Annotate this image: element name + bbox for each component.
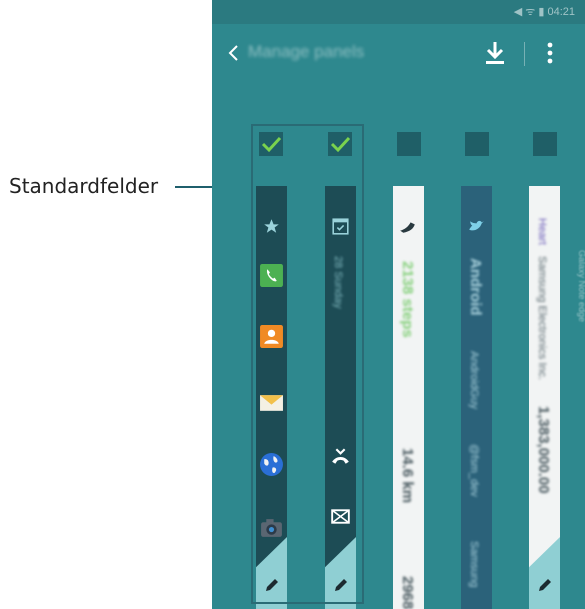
panel-checkbox-schedule[interactable] bbox=[328, 132, 352, 156]
news-title-text: Heart bbox=[536, 218, 548, 245]
panel-schedule[interactable]: 28 Sunday bbox=[325, 186, 356, 609]
contacts-icon[interactable] bbox=[259, 324, 284, 349]
download-icon[interactable] bbox=[481, 39, 509, 67]
edit-pencil-icon[interactable] bbox=[262, 575, 282, 595]
status-bar-text: ◀ ᯤ ▮ 04:21 bbox=[513, 6, 575, 18]
twitter-handle-text: AndroidGuy bbox=[468, 351, 480, 410]
app-bar: Manage panels bbox=[212, 24, 585, 82]
more-options-icon[interactable] bbox=[538, 39, 562, 67]
phone-screen: ◀ ᯤ ▮ 04:21 Manage panels 28 Sunday 2138… bbox=[212, 0, 585, 609]
panel-checkbox-news[interactable] bbox=[533, 132, 557, 156]
shoe-icon bbox=[400, 222, 415, 233]
panel-s-health[interactable]: 2138 steps 14.6 km 2968 bbox=[393, 186, 424, 609]
page-title: Manage panels bbox=[248, 42, 365, 61]
back-arrow-icon[interactable] bbox=[222, 41, 246, 65]
checkmark-icon bbox=[261, 136, 282, 153]
panel-checkbox-twitter[interactable] bbox=[465, 132, 489, 156]
panel-checkbox-s-health[interactable] bbox=[397, 132, 421, 156]
favorite-star-icon bbox=[264, 219, 279, 233]
status-bar: ◀ ᯤ ▮ 04:21 bbox=[212, 0, 585, 24]
phone-icon[interactable] bbox=[259, 263, 284, 288]
twitter-bird-icon bbox=[469, 220, 484, 231]
schedule-date-text: 28 Sunday bbox=[332, 256, 344, 309]
calendar-icon bbox=[332, 218, 349, 235]
panel-news[interactable]: Heart Samsung Electronics Inc. 1,383,000… bbox=[529, 186, 560, 609]
app-bar-divider bbox=[524, 42, 525, 66]
news-company-text: Samsung Electronics Inc. bbox=[536, 256, 548, 381]
internet-globe-icon[interactable] bbox=[259, 452, 284, 477]
email-icon[interactable] bbox=[259, 390, 284, 415]
callout-label: Standardfelder bbox=[9, 174, 159, 198]
missed-call-icon bbox=[332, 448, 349, 464]
side-caption: Galaxy Note edge bbox=[577, 250, 585, 323]
twitter-user-text: @fsm_dev bbox=[468, 444, 480, 497]
camera-icon[interactable] bbox=[259, 516, 284, 541]
checkmark-icon bbox=[330, 136, 351, 153]
edit-pencil-icon[interactable] bbox=[535, 575, 555, 595]
panel-checkbox-shortcuts[interactable] bbox=[259, 132, 283, 156]
twitter-brand-text: Samsung bbox=[468, 541, 480, 588]
edit-pencil-icon[interactable] bbox=[331, 575, 351, 595]
message-icon bbox=[331, 509, 350, 524]
twitter-title-text: Android bbox=[467, 258, 484, 316]
s-health-extra-text: 2968 bbox=[399, 576, 416, 609]
news-value-text: 1,383,000.00 bbox=[535, 406, 552, 494]
s-health-distance-text: 14.6 km bbox=[399, 448, 416, 504]
s-health-steps-text: 2138 steps bbox=[399, 261, 416, 338]
panel-shortcuts[interactable] bbox=[256, 186, 287, 609]
panel-twitter[interactable]: Android AndroidGuy @fsm_dev Samsung bbox=[461, 186, 492, 609]
